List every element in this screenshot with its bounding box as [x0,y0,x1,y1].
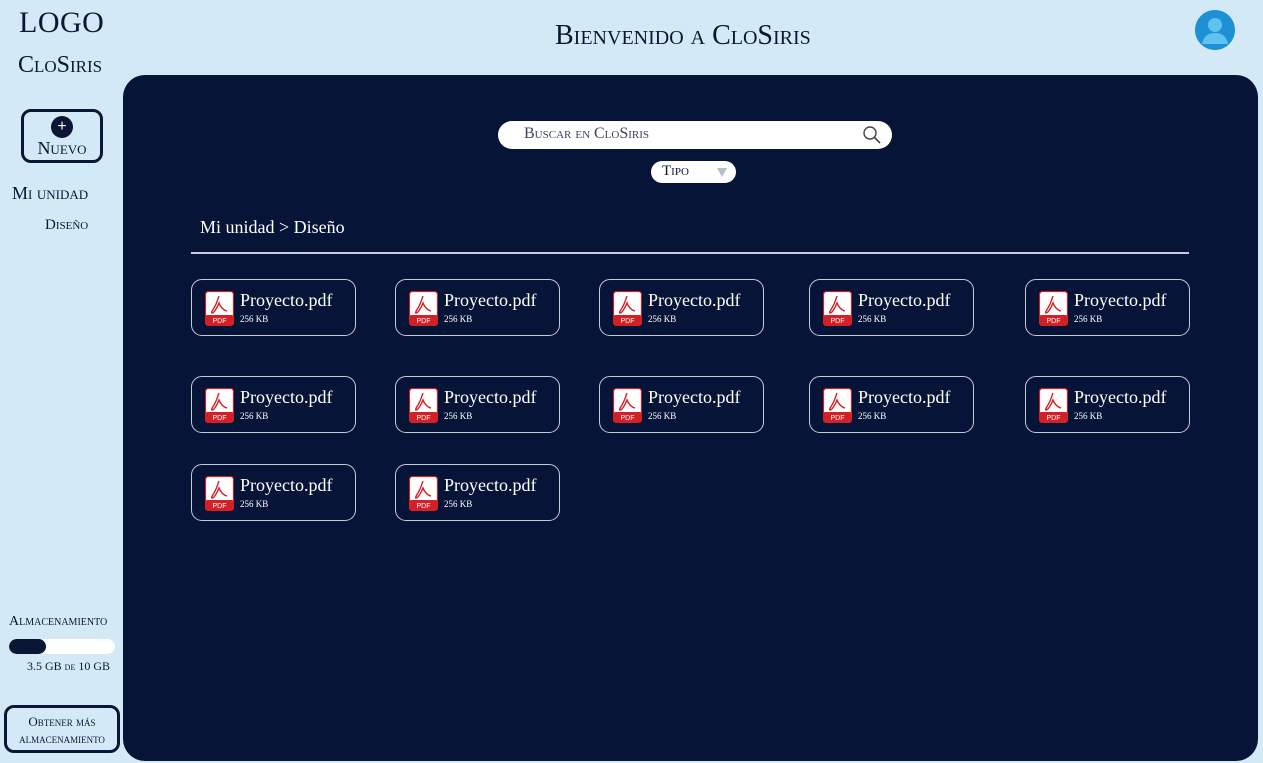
type-filter-select[interactable]: Tipo [651,161,736,183]
svg-text:PDF: PDF [417,503,431,510]
pdf-icon: PDF [408,475,439,512]
svg-text:PDF: PDF [213,415,227,422]
divider [191,252,1189,254]
file-name: Proyecto.pdf [858,290,951,310]
file-size: 256 KB [858,314,887,324]
file-card[interactable]: PDF Proyecto.pdf 256 KB [599,279,764,336]
file-card[interactable]: PDF Proyecto.pdf 256 KB [191,376,356,433]
breadcrumb: Mi unidad > Diseño [200,217,345,238]
main-panel: Buscar en CloSiris Tipo Mi unidad > Dise… [123,75,1258,761]
svg-text:PDF: PDF [621,415,635,422]
storage-title: Almacenamiento [9,614,108,629]
file-card[interactable]: PDF Proyecto.pdf 256 KB [191,279,356,336]
file-name: Proyecto.pdf [240,387,333,407]
file-name: Proyecto.pdf [1074,387,1167,407]
svg-text:PDF: PDF [213,318,227,325]
pdf-icon: PDF [204,387,235,424]
file-card[interactable]: PDF Proyecto.pdf 256 KB [395,279,560,336]
file-name: Proyecto.pdf [444,387,537,407]
svg-text:PDF: PDF [831,318,845,325]
file-size: 256 KB [858,411,887,421]
pdf-icon: PDF [204,290,235,327]
brand-name: CloSiris [18,52,103,78]
breadcrumb-separator: > [279,217,294,237]
pdf-icon: PDF [612,290,643,327]
file-name: Proyecto.pdf [444,290,537,310]
file-size: 256 KB [648,314,677,324]
file-card[interactable]: PDF Proyecto.pdf 256 KB [395,464,560,521]
file-name: Proyecto.pdf [858,387,951,407]
type-filter-label: Tipo [662,163,689,179]
file-size: 256 KB [240,314,269,324]
file-size: 256 KB [1074,411,1103,421]
pdf-icon: PDF [612,387,643,424]
file-card[interactable]: PDF Proyecto.pdf 256 KB [395,376,560,433]
pdf-icon: PDF [822,290,853,327]
file-card[interactable]: PDF Proyecto.pdf 256 KB [809,376,974,433]
file-card[interactable]: PDF Proyecto.pdf 256 KB [1025,279,1190,336]
user-avatar-icon[interactable] [1195,10,1235,50]
pdf-icon: PDF [408,387,439,424]
file-size: 256 KB [648,411,677,421]
page-title: Bienvenido a CloSiris [555,20,811,51]
svg-text:PDF: PDF [621,318,635,325]
pdf-icon: PDF [1038,290,1069,327]
pdf-icon: PDF [822,387,853,424]
file-name: Proyecto.pdf [240,475,333,495]
logo: LOGO [19,6,105,39]
file-card[interactable]: PDF Proyecto.pdf 256 KB [809,279,974,336]
chevron-down-icon [717,168,727,177]
file-size: 256 KB [444,499,473,509]
svg-text:PDF: PDF [1047,415,1061,422]
search-icon[interactable] [862,125,882,145]
sidebar-item-mi-unidad[interactable]: Mi unidad [12,183,88,204]
sidebar-item-diseno[interactable]: Diseño [45,217,88,234]
file-name: Proyecto.pdf [648,290,741,310]
new-button-label: Nuevo [37,137,87,158]
file-size: 256 KB [240,499,269,509]
file-size: 256 KB [444,314,473,324]
storage-usage-text: 3.5 GB de 10 GB [27,659,111,673]
breadcrumb-item-diseno[interactable]: Diseño [294,217,345,237]
svg-text:PDF: PDF [831,415,845,422]
file-name: Proyecto.pdf [240,290,333,310]
get-more-storage-button[interactable]: Obtener más almacenamiento [4,705,120,753]
file-size: 256 KB [240,411,269,421]
file-name: Proyecto.pdf [444,475,537,495]
file-card[interactable]: PDF Proyecto.pdf 256 KB [599,376,764,433]
search-input[interactable]: Buscar en CloSiris [524,125,649,143]
search-bar[interactable]: Buscar en CloSiris [498,121,892,149]
file-card[interactable]: PDF Proyecto.pdf 256 KB [1025,376,1190,433]
plus-icon: + [51,115,73,138]
svg-text:PDF: PDF [213,503,227,510]
svg-text:PDF: PDF [417,415,431,422]
file-name: Proyecto.pdf [648,387,741,407]
file-size: 256 KB [444,411,473,421]
svg-text:PDF: PDF [417,318,431,325]
file-name: Proyecto.pdf [1074,290,1167,310]
pdf-icon: PDF [1038,387,1069,424]
breadcrumb-item-mi-unidad[interactable]: Mi unidad [200,217,275,237]
storage-bar-fill [9,639,47,654]
file-size: 256 KB [1074,314,1103,324]
pdf-icon: PDF [204,475,235,512]
new-button[interactable]: + Nuevo [21,109,103,163]
storage-bar [9,639,115,654]
file-card[interactable]: PDF Proyecto.pdf 256 KB [191,464,356,521]
pdf-icon: PDF [408,290,439,327]
svg-text:PDF: PDF [1047,318,1061,325]
